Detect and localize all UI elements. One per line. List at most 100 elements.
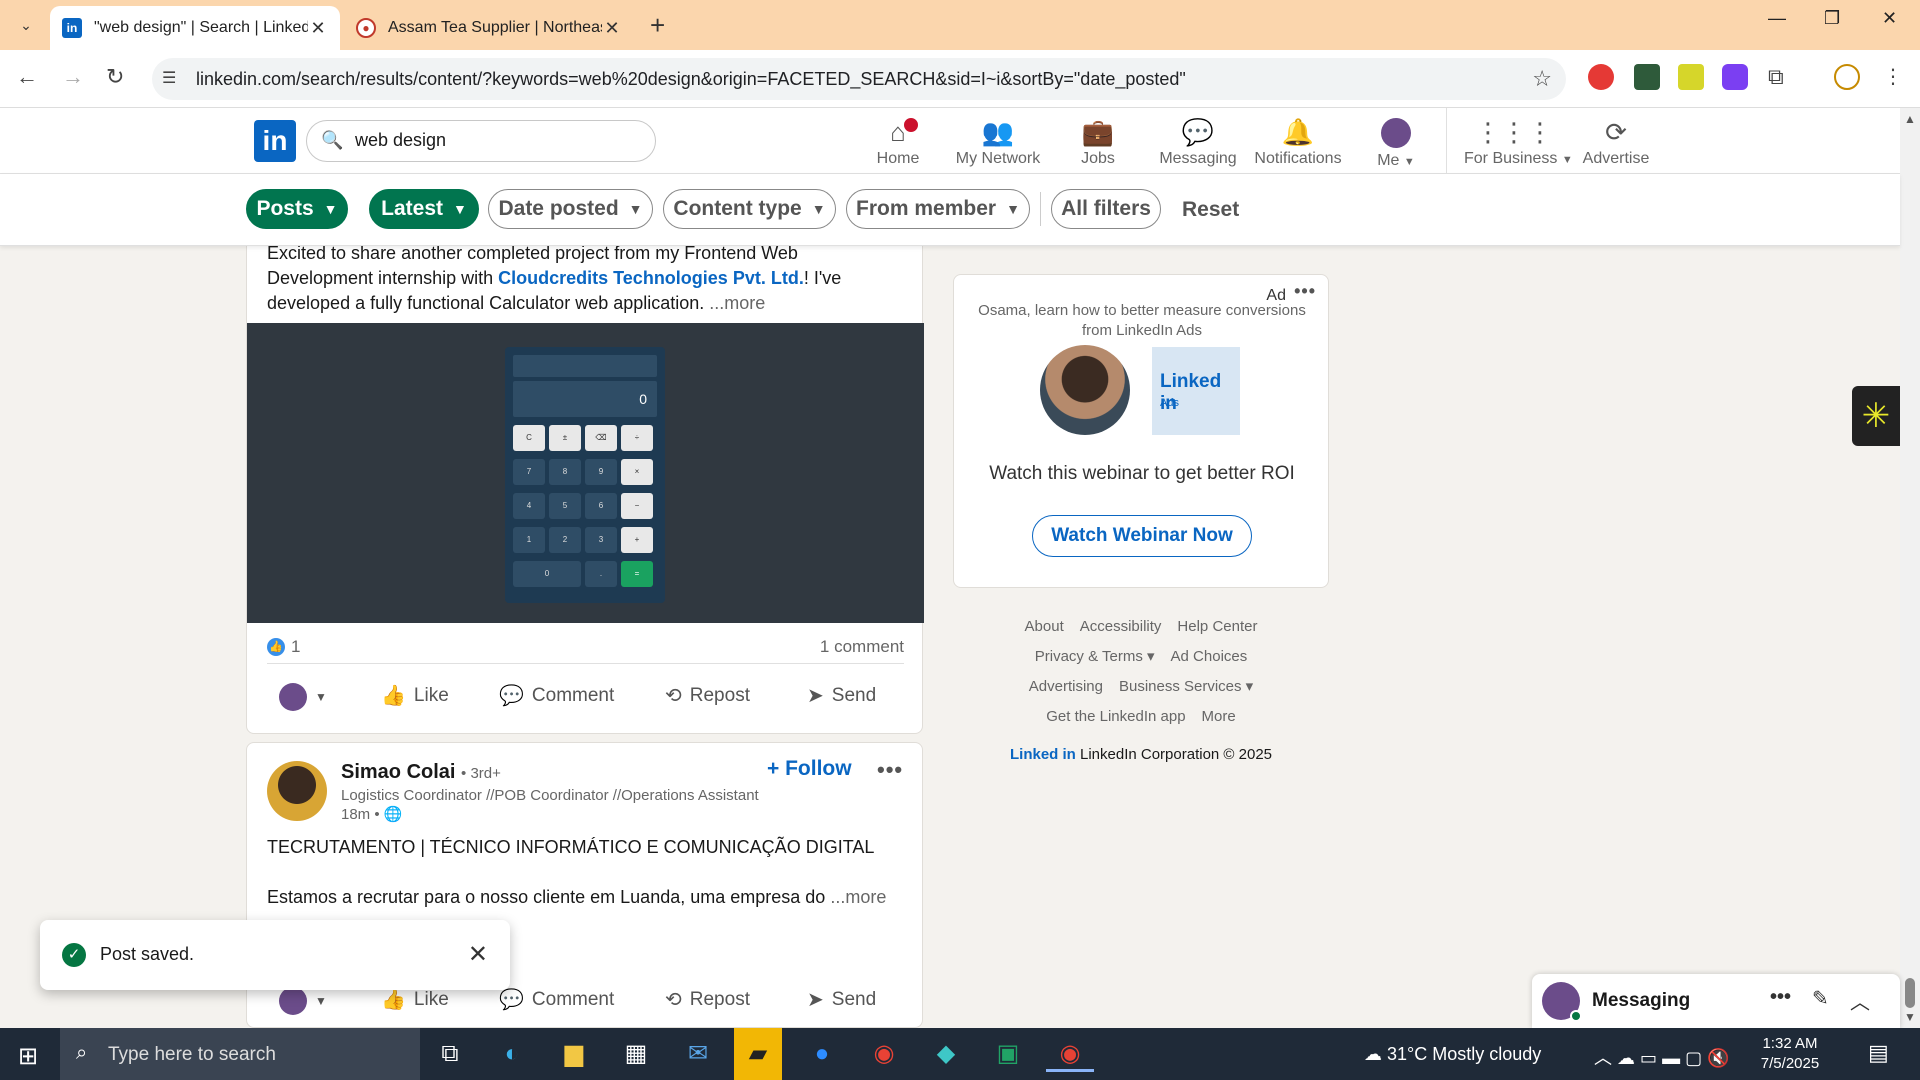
- scroll-down-arrow-icon[interactable]: ▼: [1904, 1010, 1916, 1024]
- scrollbar-thumb[interactable]: [1905, 978, 1915, 1008]
- bookmark-star-icon[interactable]: ☆: [1532, 66, 1552, 92]
- weather-widget[interactable]: ☁ 31°C Mostly cloudy: [1364, 1044, 1541, 1065]
- windows-start-icon[interactable]: ⊞: [18, 1042, 38, 1071]
- filter-posts[interactable]: Posts ▼: [246, 189, 348, 229]
- minimize-button[interactable]: —: [1768, 8, 1786, 29]
- side-extension-widget[interactable]: ✳: [1852, 386, 1900, 446]
- forward-button[interactable]: →: [62, 64, 84, 90]
- post-image[interactable]: 0 C ± ⌫ ÷ 7 8 9 × 4 5 6− 1 2 3 +0. =: [247, 323, 924, 623]
- task-view-icon[interactable]: ⧉: [426, 1036, 474, 1072]
- filter-all-filters[interactable]: All filters: [1051, 189, 1161, 229]
- react-as-selector[interactable]: ▼: [279, 683, 327, 711]
- network-icon[interactable]: ▢: [1685, 1048, 1702, 1068]
- reset-filters-button[interactable]: Reset: [1182, 198, 1239, 222]
- footer-link[interactable]: Business Services ▾: [1119, 678, 1253, 695]
- restore-button[interactable]: ❐: [1824, 8, 1840, 29]
- nav-advertise[interactable]: ⟳ Advertise: [1568, 116, 1664, 168]
- scroll-up-arrow-icon[interactable]: ▲: [1904, 112, 1916, 126]
- compose-icon[interactable]: ✎: [1812, 986, 1829, 1011]
- close-toast-icon[interactable]: ✕: [468, 940, 488, 969]
- extension-icon[interactable]: [1634, 64, 1660, 90]
- footer-link[interactable]: Help Center: [1177, 618, 1257, 635]
- mail-icon[interactable]: ✉: [674, 1036, 722, 1072]
- linkedin-logo[interactable]: in: [254, 120, 296, 162]
- footer-link[interactable]: Ad Choices: [1171, 648, 1248, 665]
- nav-home[interactable]: ⌂ Home: [850, 116, 946, 168]
- close-tab-icon[interactable]: ✕: [308, 18, 328, 39]
- author-name[interactable]: Simao Colai • 3rd+: [341, 761, 501, 784]
- extension-pokeball-icon[interactable]: [1588, 64, 1614, 90]
- zoom-icon[interactable]: ●: [798, 1036, 846, 1072]
- site-info-icon[interactable]: ☰: [162, 68, 176, 88]
- app-diamond-icon[interactable]: ◆: [922, 1036, 970, 1072]
- close-window-button[interactable]: ✕: [1882, 8, 1897, 29]
- sticky-notes-icon[interactable]: ▰: [734, 1028, 782, 1080]
- footer-link[interactable]: Privacy & Terms ▾: [1035, 648, 1155, 665]
- browser-menu-icon[interactable]: ⋮: [1880, 64, 1906, 90]
- filter-from-member[interactable]: From member ▼: [846, 189, 1030, 229]
- author-avatar[interactable]: [267, 761, 327, 821]
- page-scrollbar[interactable]: ▲ ▼: [1900, 108, 1920, 1028]
- tab-search-dropdown[interactable]: ⌄: [12, 11, 40, 39]
- reaction-count[interactable]: 👍 1: [267, 637, 300, 657]
- chrome-icon[interactable]: ◉: [860, 1036, 908, 1072]
- nav-me[interactable]: Me ▼: [1348, 116, 1444, 170]
- excel-icon[interactable]: ▣: [984, 1036, 1032, 1072]
- battery-icon[interactable]: ▬: [1662, 1048, 1680, 1068]
- extension-camera-icon[interactable]: [1722, 64, 1748, 90]
- tab-assam-tea[interactable]: ● Assam Tea Supplier | Northeast ✕: [344, 6, 634, 50]
- chevron-up-icon[interactable]: ︿: [1594, 1048, 1612, 1068]
- nav-for-business[interactable]: ⋮⋮⋮ For Business ▼: [1464, 116, 1573, 168]
- tab-linkedin-search[interactable]: in "web design" | Search | LinkedIn ✕: [50, 6, 340, 50]
- follow-button[interactable]: + Follow: [767, 757, 852, 781]
- comment-button[interactable]: 💬 Comment: [499, 987, 614, 1012]
- repost-button[interactable]: ⟲ Repost: [665, 987, 750, 1012]
- new-tab-button[interactable]: +: [650, 10, 665, 41]
- url-text[interactable]: linkedin.com/search/results/content/?key…: [196, 69, 1186, 90]
- chrome-active-icon[interactable]: ◉: [1046, 1036, 1094, 1072]
- filter-date-posted[interactable]: Date posted ▼: [488, 189, 653, 229]
- send-button[interactable]: ➤ Send: [807, 987, 876, 1012]
- footer-link[interactable]: Advertising: [1029, 678, 1103, 695]
- send-button[interactable]: ➤ Send: [807, 683, 876, 708]
- see-more-link[interactable]: ...more: [709, 293, 765, 313]
- taskbar-search[interactable]: ⌕ Type here to search: [60, 1028, 420, 1080]
- see-more-link[interactable]: ...more: [830, 887, 886, 907]
- notification-center-icon[interactable]: ▤: [1868, 1040, 1889, 1066]
- footer-link[interactable]: About: [1025, 618, 1064, 635]
- ad-company-logo[interactable]: Linked in Ads: [1152, 347, 1240, 435]
- footer-link[interactable]: More: [1202, 708, 1236, 725]
- like-button[interactable]: 👍 Like: [381, 987, 449, 1012]
- nav-jobs[interactable]: 💼 Jobs: [1050, 116, 1146, 168]
- edge-icon[interactable]: ◐: [488, 1036, 536, 1072]
- company-link[interactable]: Cloudcredits Technologies Pvt. Ltd.: [498, 268, 804, 288]
- ad-person-photo[interactable]: [1040, 345, 1130, 435]
- watch-webinar-button[interactable]: Watch Webinar Now: [1032, 515, 1252, 557]
- chevron-up-icon[interactable]: ︿: [1850, 986, 1870, 1015]
- comment-count[interactable]: 1 comment: [820, 637, 904, 657]
- close-tab-icon[interactable]: ✕: [602, 18, 622, 39]
- ad-options-icon[interactable]: •••: [1294, 281, 1316, 302]
- comment-button[interactable]: 💬 Comment: [499, 683, 614, 708]
- onedrive-icon[interactable]: ☁: [1617, 1048, 1635, 1068]
- reload-button[interactable]: ↻: [106, 64, 124, 90]
- back-button[interactable]: ←: [16, 64, 38, 90]
- filter-content-type[interactable]: Content type ▼: [663, 189, 836, 229]
- profile-icon[interactable]: [1834, 64, 1860, 90]
- display-icon[interactable]: ▭: [1640, 1048, 1657, 1068]
- footer-link[interactable]: Get the LinkedIn app: [1046, 708, 1185, 725]
- footer-link[interactable]: Accessibility: [1080, 618, 1162, 635]
- more-options-icon[interactable]: •••: [1770, 986, 1791, 1009]
- filter-latest[interactable]: Latest ▼: [369, 189, 479, 229]
- like-button[interactable]: 👍 Like: [381, 683, 449, 708]
- more-options-icon[interactable]: •••: [877, 757, 903, 783]
- search-box[interactable]: 🔍: [306, 120, 656, 162]
- nav-notifications[interactable]: 🔔 Notifications: [1250, 116, 1346, 168]
- repost-button[interactable]: ⟲ Repost: [665, 683, 750, 708]
- messaging-overlay[interactable]: Messaging ••• ✎ ︿: [1532, 974, 1900, 1028]
- volume-icon[interactable]: 🔇: [1707, 1048, 1729, 1068]
- nav-messaging[interactable]: 💬 Messaging: [1150, 116, 1246, 168]
- extensions-puzzle-icon[interactable]: ⧉: [1768, 64, 1794, 90]
- search-input[interactable]: [355, 130, 635, 151]
- extension-asterisk-icon[interactable]: [1678, 64, 1704, 90]
